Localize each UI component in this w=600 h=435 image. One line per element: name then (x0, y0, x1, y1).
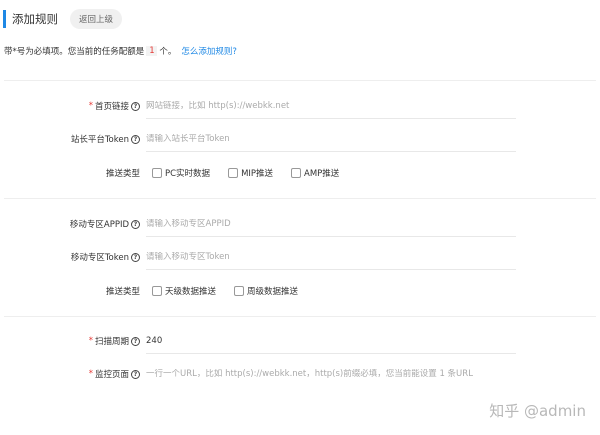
mobile-token-input[interactable] (146, 252, 516, 262)
mobile-push-type-options: 天级数据推送 周级数据推送 (152, 279, 316, 303)
homepage-row: * 首页链接 ? (0, 94, 600, 119)
mobile-push-type-label-text: 推送类型 (105, 287, 140, 297)
checkbox-box[interactable] (234, 286, 245, 296)
divider (4, 198, 596, 199)
token-input[interactable] (146, 134, 516, 144)
help-icon[interactable]: ? (131, 252, 140, 262)
scan-period-input[interactable] (146, 336, 516, 346)
scan-period-label-text: 扫描周期 (94, 337, 129, 347)
appid-label-text: 移动专区APPID (69, 220, 129, 230)
checkbox-weekly-push[interactable]: 周级数据推送 (234, 285, 298, 297)
monitor-page-textarea[interactable] (146, 369, 516, 379)
mobile-token-label-text: 移动专区Token (70, 253, 129, 263)
help-icon[interactable]: ? (131, 369, 140, 379)
homepage-label: * 首页链接 ? (89, 94, 140, 118)
help-link[interactable]: 怎么添加规则? (181, 45, 237, 57)
required-mark: * (88, 369, 93, 379)
checkbox-box[interactable] (228, 168, 239, 178)
checkbox-box[interactable] (291, 168, 302, 178)
token-row: 站长平台Token ? (0, 127, 600, 152)
header-accent-bar (3, 10, 6, 28)
appid-input[interactable] (146, 219, 516, 229)
push-type-row: 推送类型 PC实时数据 MIP推送 AMP推送 (0, 161, 600, 185)
help-icon[interactable]: ? (131, 219, 140, 229)
checkbox-label: AMP推送 (304, 169, 340, 179)
checkbox-label: MIP推送 (241, 169, 274, 179)
mobile-push-type-label: 推送类型 (106, 279, 140, 303)
back-button[interactable]: 返回上级 (70, 9, 123, 29)
required-mark: * (88, 101, 93, 111)
quota-prefix: 带*号为必填项。您当前的任务配额是 (4, 47, 145, 57)
appid-label: 移动专区APPID ? (70, 212, 140, 236)
token-label-text: 站长平台Token (70, 135, 129, 145)
page-header: 添加规则 返回上级 (0, 8, 123, 30)
quota-suffix: 个。 (159, 47, 177, 57)
scan-period-field (146, 329, 516, 354)
mobile-push-type-row: 推送类型 天级数据推送 周级数据推送 (0, 279, 600, 303)
checkbox-label: 周级数据推送 (247, 287, 299, 297)
appid-field (146, 212, 516, 237)
quota-info: 带*号为必填项。您当前的任务配额是 1 个。 怎么添加规则? (4, 45, 237, 57)
checkbox-mip[interactable]: MIP推送 (228, 167, 273, 179)
checkbox-label: 天级数据推送 (165, 287, 217, 297)
monitor-page-field (146, 362, 516, 386)
scan-period-label: * 扫描周期 ? (89, 329, 140, 353)
monitor-page-row: * 监控页面 ? (0, 362, 600, 386)
token-label: 站长平台Token ? (71, 127, 140, 151)
appid-row: 移动专区APPID ? (0, 212, 600, 237)
scan-period-row: * 扫描周期 ? (0, 329, 600, 354)
push-type-label: 推送类型 (106, 161, 140, 185)
homepage-label-text: 首页链接 (94, 102, 129, 112)
page-title: 添加规则 (12, 12, 58, 26)
mobile-token-label: 移动专区Token ? (71, 245, 140, 269)
quota-count: 1 (146, 46, 158, 56)
divider (4, 316, 596, 317)
add-rule-page: 添加规则 返回上级 带*号为必填项。您当前的任务配额是 1 个。 怎么添加规则?… (0, 0, 600, 435)
mobile-token-row: 移动专区Token ? (0, 245, 600, 270)
checkbox-box[interactable] (152, 286, 162, 296)
token-field (146, 127, 516, 152)
checkbox-box[interactable] (152, 168, 162, 178)
required-mark: * (88, 336, 93, 346)
checkbox-pc-realtime[interactable]: PC实时数据 (152, 167, 210, 179)
divider (4, 80, 596, 81)
push-type-label-text: 推送类型 (105, 169, 140, 179)
watermark: 知乎 @admin (489, 402, 586, 420)
homepage-input[interactable] (146, 101, 516, 111)
checkbox-label: PC实时数据 (165, 169, 211, 179)
checkbox-daily-push[interactable]: 天级数据推送 (152, 285, 216, 297)
push-type-options: PC实时数据 MIP推送 AMP推送 (152, 161, 357, 185)
help-icon[interactable]: ? (131, 101, 140, 111)
monitor-page-label: * 监控页面 ? (89, 362, 140, 386)
checkbox-amp[interactable]: AMP推送 (291, 167, 339, 179)
help-icon[interactable]: ? (131, 336, 140, 346)
monitor-page-label-text: 监控页面 (94, 370, 129, 380)
mobile-token-field (146, 245, 516, 270)
homepage-field (146, 94, 516, 119)
help-icon[interactable]: ? (131, 134, 140, 144)
